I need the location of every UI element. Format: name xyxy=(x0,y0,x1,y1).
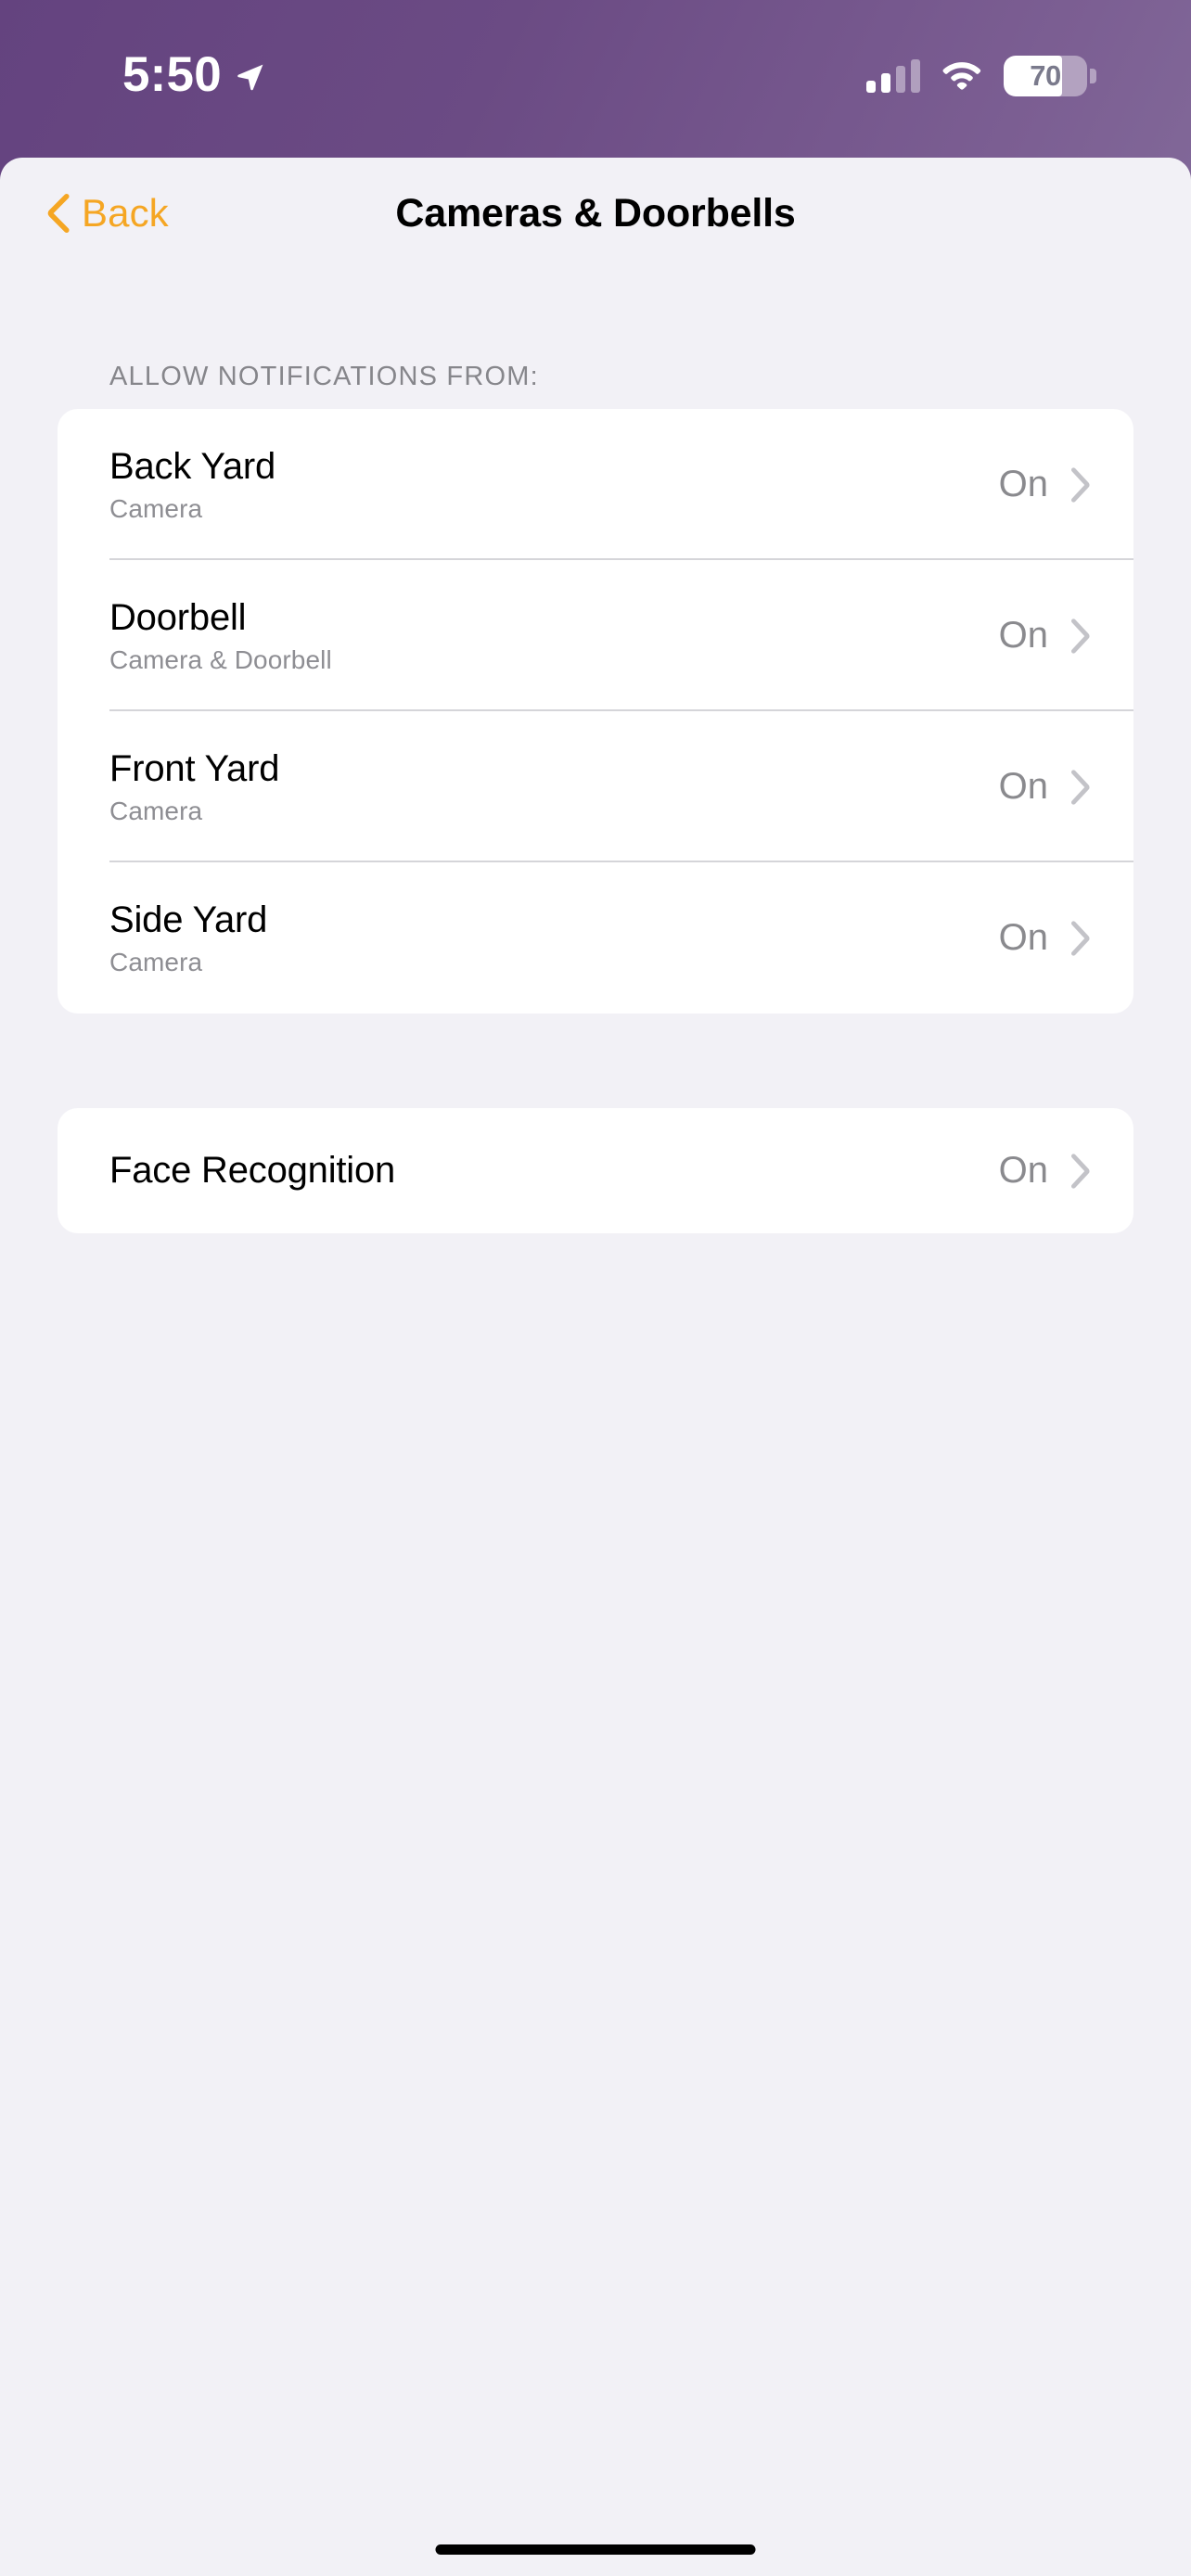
status-bar: 5:50 70 xyxy=(0,0,1191,158)
chevron-right-icon xyxy=(1070,618,1091,654)
face-recognition-list: Face Recognition On xyxy=(58,1108,1133,1233)
wifi-icon xyxy=(941,58,983,95)
row-title: Back Yard xyxy=(109,445,276,487)
row-value: On xyxy=(998,1150,1048,1191)
status-bar-left: 5:50 xyxy=(122,48,266,102)
row-text: Doorbell Camera & Doorbell xyxy=(109,597,332,675)
cellular-signal-icon xyxy=(866,59,920,93)
home-indicator[interactable] xyxy=(435,2544,756,2555)
chevron-right-icon xyxy=(1070,769,1091,805)
table-row[interactable]: Face Recognition On xyxy=(58,1108,1133,1233)
navigation-bar: Back Cameras & Doorbells xyxy=(0,158,1191,269)
battery-level-label: 70 xyxy=(1030,59,1061,92)
row-title: Side Yard xyxy=(109,899,268,940)
battery-cap xyxy=(1090,69,1096,83)
row-text: Face Recognition xyxy=(109,1150,395,1192)
table-row[interactable]: Side Yard Camera On xyxy=(58,862,1133,1014)
row-text: Back Yard Camera xyxy=(109,446,275,524)
row-text: Side Yard Camera xyxy=(109,899,267,977)
row-value: On xyxy=(998,464,1048,504)
table-row[interactable]: Doorbell Camera & Doorbell On xyxy=(58,560,1133,711)
table-row[interactable]: Back Yard Camera On xyxy=(58,409,1133,560)
notifications-source-list: Back Yard Camera On Doorbell Camera & Do… xyxy=(58,409,1133,1014)
row-subtitle: Camera xyxy=(109,796,203,825)
row-title: Face Recognition xyxy=(109,1150,396,1191)
chevron-right-icon xyxy=(1070,920,1091,956)
row-subtitle: Camera xyxy=(109,947,203,976)
section-header-allow-notifications: ALLOW NOTIFICATIONS FROM: xyxy=(109,362,539,391)
location-arrow-icon xyxy=(235,57,266,93)
settings-sheet: Back Cameras & Doorbells ALLOW NOTIFICAT… xyxy=(0,158,1191,2576)
row-title: Doorbell xyxy=(109,596,247,638)
row-text: Front Yard Camera xyxy=(109,748,279,826)
row-accessory: On xyxy=(999,464,1100,505)
chevron-right-icon xyxy=(1070,1153,1091,1189)
row-accessory: On xyxy=(999,766,1100,808)
row-accessory: On xyxy=(999,917,1100,959)
row-accessory: On xyxy=(999,1150,1100,1192)
row-value: On xyxy=(998,615,1048,656)
row-value: On xyxy=(998,766,1048,807)
row-accessory: On xyxy=(999,615,1100,657)
row-title: Front Yard xyxy=(109,747,280,789)
table-row[interactable]: Front Yard Camera On xyxy=(58,711,1133,862)
battery-icon: 70 xyxy=(1004,56,1096,96)
row-subtitle: Camera xyxy=(109,493,203,523)
row-subtitle: Camera & Doorbell xyxy=(109,644,332,674)
page-title: Cameras & Doorbells xyxy=(395,190,796,236)
status-bar-clock: 5:50 xyxy=(122,47,222,102)
row-value: On xyxy=(998,917,1048,958)
status-bar-right: 70 xyxy=(866,56,1096,96)
chevron-right-icon xyxy=(1070,466,1091,503)
